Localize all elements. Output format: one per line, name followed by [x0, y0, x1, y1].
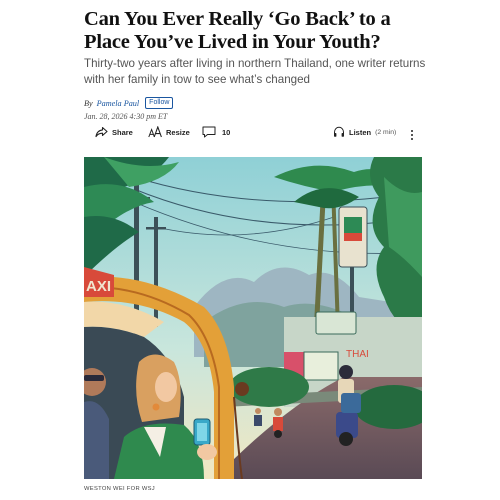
listen-label: Listen: [349, 127, 372, 137]
listen-duration: (2 min): [375, 128, 397, 136]
follow-button[interactable]: Follow: [145, 97, 174, 109]
article-toolbar: Share Resize 10 Listen (2 min): [84, 126, 422, 144]
comments-count: 10: [222, 127, 231, 137]
street-scene-illustration: THAI AXI: [84, 157, 422, 479]
text-resize-icon: [148, 126, 162, 138]
taxi-sign-text: AXI: [86, 278, 111, 295]
resize-label: Resize: [166, 127, 190, 137]
share-arrow-icon: [95, 126, 108, 138]
byline: By Pamela Paul Follow: [84, 97, 174, 109]
headphones-icon: [333, 126, 345, 138]
comment-bubble-icon: [202, 126, 216, 138]
byline-prefix: By: [84, 98, 93, 108]
share-label: Share: [112, 127, 133, 137]
listen-button[interactable]: Listen (2 min): [333, 126, 396, 138]
article-headline: Can You Ever Really ‘Go Back’ to a Place…: [84, 8, 391, 53]
resize-button[interactable]: Resize: [148, 126, 190, 138]
comments-button[interactable]: 10: [202, 126, 230, 138]
article-dek: Thirty-two years after living in norther…: [84, 57, 426, 86]
publish-timestamp: Jan. 28, 2026 4:30 pm ET: [84, 112, 168, 121]
more-vertical-icon[interactable]: [408, 127, 416, 143]
article-illustration: THAI AXI: [84, 157, 422, 479]
image-credit: WESTON WEI FOR WSJ: [84, 486, 155, 492]
author-link[interactable]: Pamela Paul: [97, 99, 140, 108]
share-button[interactable]: Share: [95, 126, 133, 138]
shop-sign-text: THAI: [346, 349, 369, 360]
